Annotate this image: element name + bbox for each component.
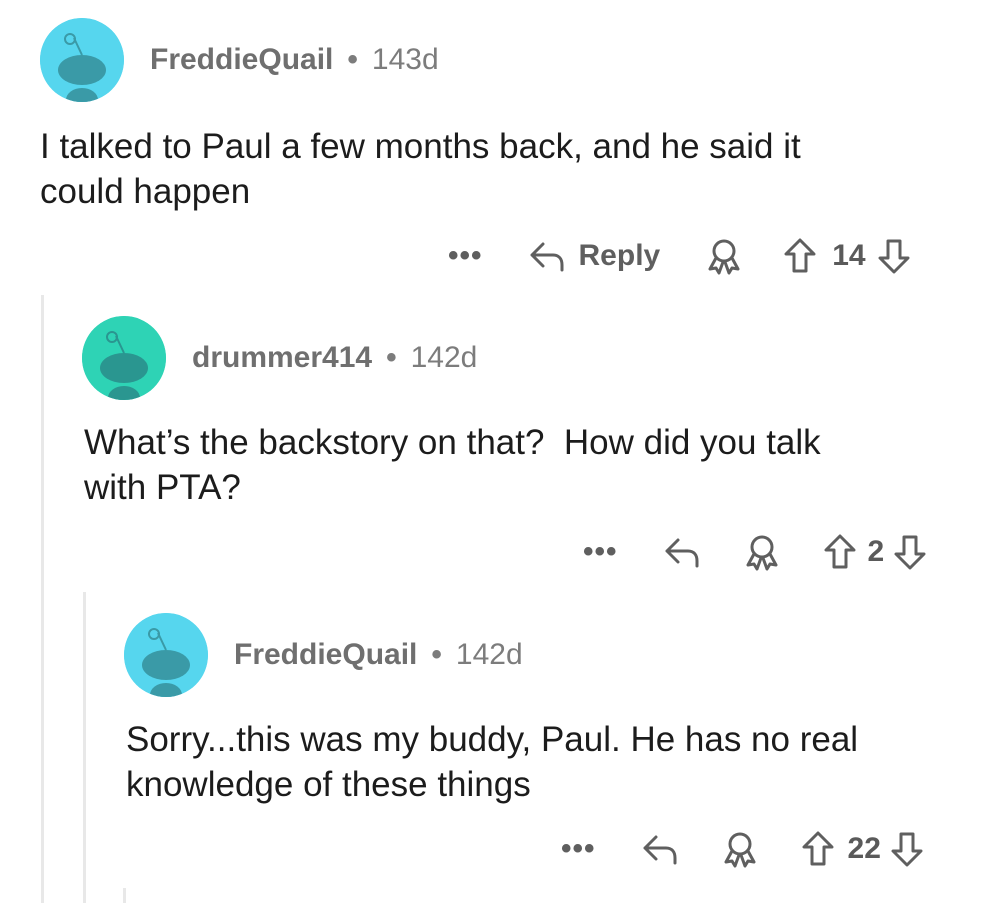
comment: FreddieQuail • 143d I talked to Paul a f… bbox=[0, 0, 1000, 300]
username[interactable]: drummer414 bbox=[192, 341, 372, 375]
comment: FreddieQuail • 142d Sorry...this was my … bbox=[0, 595, 1000, 903]
comment-header: drummer414 • 142d bbox=[82, 316, 477, 400]
comment: drummer414 • 142d What’s the backstory o… bbox=[0, 300, 1000, 595]
comment-age: 142d bbox=[410, 341, 478, 374]
downvote-arrow-icon[interactable] bbox=[876, 237, 912, 275]
vote-count: 14 bbox=[832, 239, 866, 272]
reply-arrow-icon bbox=[527, 238, 567, 274]
comment-meta: drummer414 • 142d bbox=[192, 341, 477, 375]
comment-actions: ••• 22 bbox=[561, 825, 925, 873]
award-icon[interactable] bbox=[720, 829, 760, 869]
more-options-icon[interactable]: ••• bbox=[448, 239, 483, 273]
username[interactable]: FreddieQuail bbox=[150, 43, 333, 77]
comment-meta: FreddieQuail • 143d bbox=[150, 43, 439, 77]
more-options-icon[interactable]: ••• bbox=[583, 535, 618, 569]
username[interactable]: FreddieQuail bbox=[234, 638, 417, 672]
comment-header: FreddieQuail • 142d bbox=[124, 613, 523, 697]
reply-label: Reply bbox=[578, 239, 661, 272]
comment-actions: ••• Reply 14 bbox=[448, 232, 912, 280]
downvote-arrow-icon[interactable] bbox=[892, 533, 928, 571]
comment-body: What’s the backstory on that? How did yo… bbox=[84, 423, 821, 507]
more-options-icon[interactable]: ••• bbox=[561, 832, 596, 866]
separator-dot: • bbox=[386, 341, 397, 374]
separator-dot: • bbox=[431, 638, 442, 671]
comment-age: 142d bbox=[455, 638, 523, 671]
upvote-arrow-icon[interactable] bbox=[782, 237, 818, 275]
vote-count: 2 bbox=[867, 535, 885, 568]
reply-arrow-icon[interactable] bbox=[662, 534, 702, 570]
reply-button[interactable]: Reply bbox=[527, 238, 661, 274]
snoo-avatar-icon[interactable] bbox=[40, 18, 124, 102]
award-icon[interactable] bbox=[742, 532, 782, 572]
downvote-arrow-icon[interactable] bbox=[889, 830, 925, 868]
comment-age: 143d bbox=[371, 43, 439, 76]
comment-body: Sorry...this was my buddy, Paul. He has … bbox=[126, 720, 859, 804]
comment-meta: FreddieQuail • 142d bbox=[234, 638, 523, 672]
comment-header: FreddieQuail • 143d bbox=[40, 18, 439, 102]
upvote-arrow-icon[interactable] bbox=[822, 533, 858, 571]
snoo-avatar-icon[interactable] bbox=[82, 316, 166, 400]
snoo-avatar-icon[interactable] bbox=[124, 613, 208, 697]
award-icon[interactable] bbox=[704, 236, 744, 276]
comment-body: I talked to Paul a few months back, and … bbox=[40, 127, 801, 211]
separator-dot: • bbox=[347, 43, 358, 76]
reply-arrow-icon[interactable] bbox=[640, 831, 680, 867]
upvote-arrow-icon[interactable] bbox=[800, 830, 836, 868]
comment-actions: ••• 2 bbox=[583, 528, 928, 576]
vote-count: 22 bbox=[847, 832, 881, 865]
